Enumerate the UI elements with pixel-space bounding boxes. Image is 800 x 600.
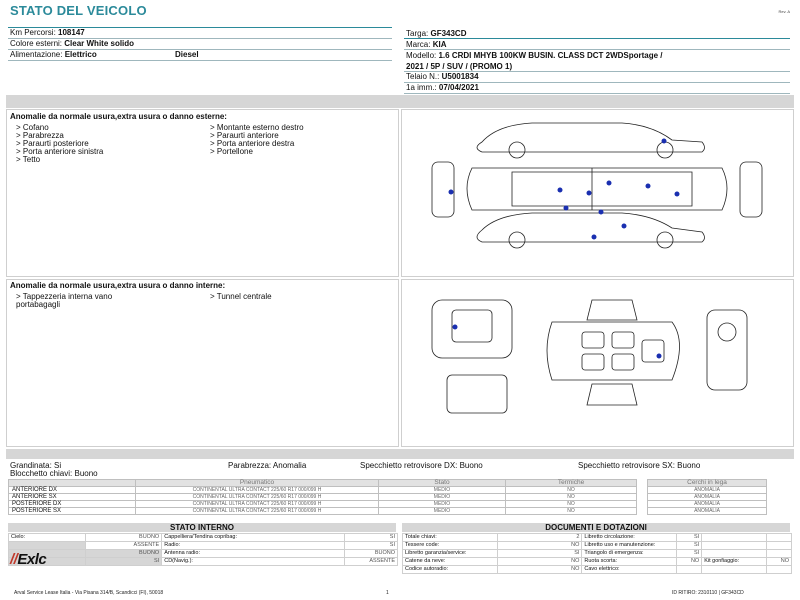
documenti-title: DOCUMENTI E DOTAZIONI [402,523,790,532]
mirror-dx-status: Specchietto retrovisore DX: Buono [360,461,483,470]
table-row: ANTERIORE DX CONTINENTAL ULTRA CONTACT 2… [8,486,767,494]
color-row: Colore esterni: Clear White solido [10,39,135,48]
table-row: Codice autoradio: NO Cavo elettrico: [402,565,792,574]
model-row-2: 2021 / 5P / SUV / (PROMO 1) [406,62,513,71]
external-damage-list-1: > Cofano > Parabrezza > Paraurti posteri… [16,123,104,164]
documenti-table: Totale chiavi: 2 Libretto circolazione: … [402,533,792,574]
table-row: POSTERIORE DX CONTINENTAL ULTRA CONTACT … [8,500,767,508]
chassis-row: Telaio N.: U5001834 [406,72,479,81]
external-damage-list-2: > Montante esterno destro > Paraurti ant… [210,123,304,156]
registration-row: 1a imm.: 07/04/2021 [406,83,479,92]
fuel-row: Alimentazione: Elettrico Diesel [10,50,199,59]
tyre-table: Pneumatico Stato Termiche Cerchi in lega… [8,479,767,515]
col-stato: Stato [378,479,506,487]
internal-damage-list-2: > Tunnel centrale [210,292,272,301]
col-termiche: Termiche [505,479,637,487]
table-row: BUONO Antenna radio: BUONO [8,549,399,558]
col-pneumatico: Pneumatico [135,479,379,487]
car-interior-diagram-icon [431,299,748,414]
tyre-table-header: Pneumatico Stato Termiche Cerchi in lega [8,479,767,487]
footer-page-number: 1 [386,590,389,596]
car-exterior-diagram-icon [431,122,763,249]
internal-diagram-panel [401,279,794,447]
mirror-sx-status: Specchietto retrovisore SX: Buono [578,461,701,470]
table-row: Libretto garanzia/service: SI Triangolo … [402,549,792,558]
stato-interno-title: STATO INTERNO [8,523,396,532]
table-row: POSTERIORE SX CONTINENTAL ULTRA CONTACT … [8,507,767,515]
brand-row: Marca: KIA [406,40,447,49]
plate-row: Targa: GF343CD [406,29,467,38]
revision-label: Rev. A [778,9,791,14]
km-row: Km Percorsi: 108147 [10,28,85,37]
table-row: ANTERIORE SX CONTINENTAL ULTRA CONTACT 2… [8,493,767,501]
internal-damage-title: Anomalie da normale usura,extra usura o … [10,281,226,290]
key-lock-status: Blocchetto chiavi: Buono [10,469,98,478]
table-row: ASSENTE Radio: SI [8,541,399,550]
external-damage-title: Anomalie da normale usura,extra usura o … [10,112,227,121]
table-row: Cielo: BUONO Cappelliera/Tendina copriba… [8,533,399,542]
footer-company: Arval Service Lease Italia - Via Pisana … [14,590,164,596]
table-row: Tessere code: NO Libretto uso e manutenz… [402,541,792,550]
company-logo: //Exlc [10,551,47,568]
col-cerchi: Cerchi in lega [647,479,767,487]
stato-interno-table: Cielo: BUONO Cappelliera/Tendina copriba… [8,533,399,566]
windshield-status: Parabrezza: Anomalia [228,461,307,470]
footer-id: ID RITIRO: 2310110 | GF343CD [672,590,744,596]
table-row: Catene da neve: NO Ruota scorta: NO Kit … [402,557,792,566]
page-title: STATO DEL VEICOLO [10,3,147,18]
table-row: Totale chiavi: 2 Libretto circolazione: … [402,533,792,542]
section-band [6,95,794,108]
model-row: Modello: 1.6 CRDI MHYB 100KW BUSIN. CLAS… [406,51,663,60]
internal-damage-list-1: > Tappezzeria interna vano portabagagli [16,292,113,309]
table-row: SI CD(Navig.): ASSENTE [8,557,399,566]
external-diagram-panel [401,109,794,277]
section-band-2 [6,449,794,459]
